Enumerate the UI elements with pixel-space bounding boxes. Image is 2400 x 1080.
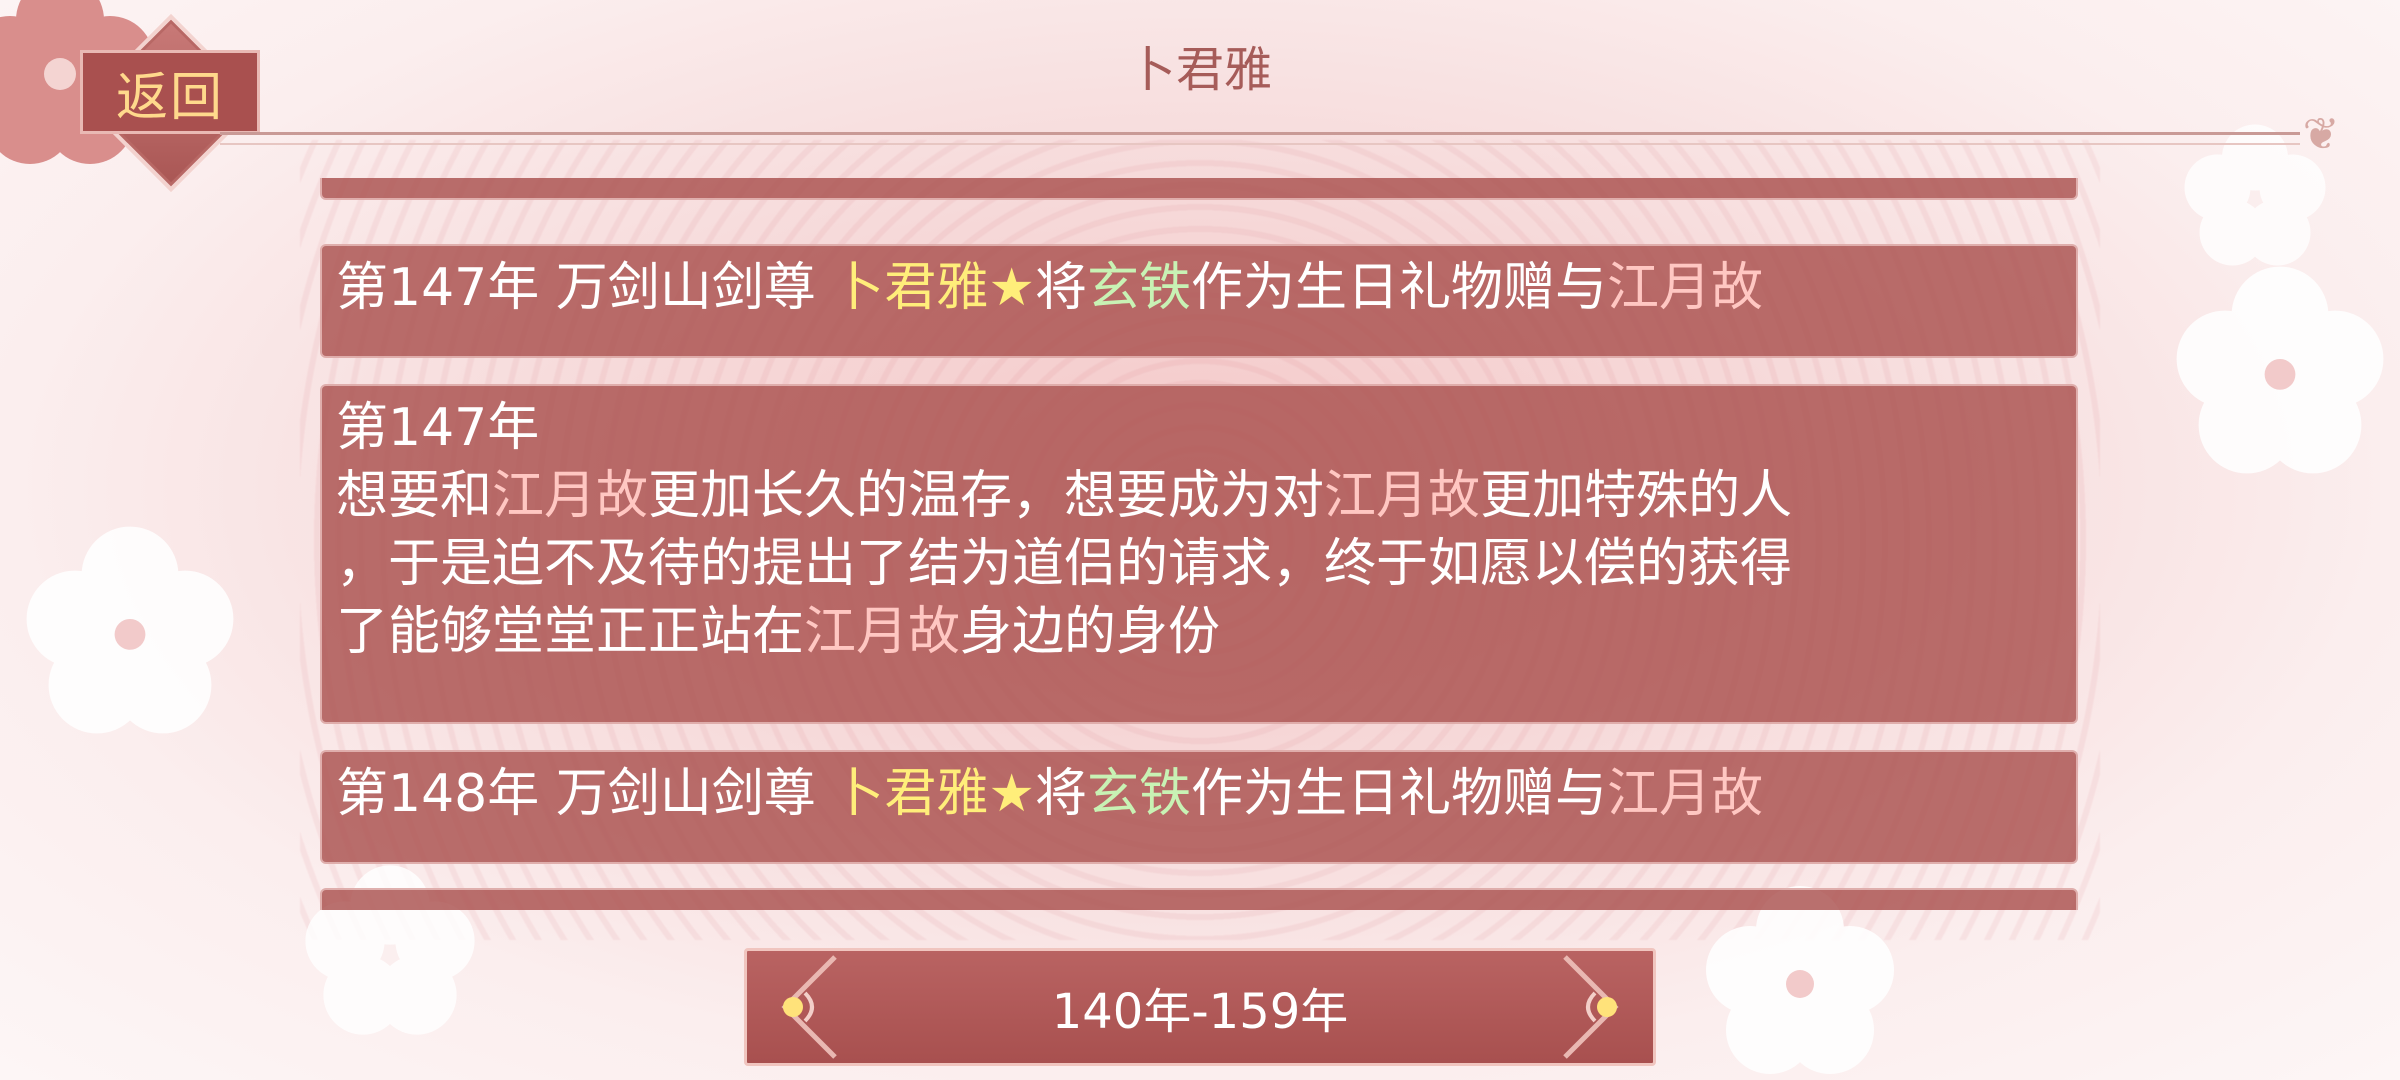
- entry-text-segment: 作为生日礼物赠与: [1190, 764, 1607, 824]
- chevron-left-ornament-icon[interactable]: [765, 953, 855, 1061]
- entry-text-segment: 作为生日礼物赠与: [1190, 258, 1607, 318]
- blossom-decoration-right: [2170, 260, 2390, 480]
- highlighted-person: 江月故: [1324, 466, 1481, 526]
- entry-line: ，于是迫不及待的提出了结为道侣的请求，终于如愿以偿的获得: [336, 530, 2062, 598]
- entry-line: 第147年: [336, 394, 2062, 462]
- list-item: 第147年 万剑山剑尊 卜君雅★将玄铁作为生日礼物赠与江月故: [320, 244, 2078, 358]
- entry-text-segment: 想要和: [336, 466, 493, 526]
- entry-text-segment: 更加长久的温存，想要成为对: [648, 466, 1325, 526]
- highlighted-name: 卜君雅★: [832, 258, 1035, 318]
- entry-text-segment: 第147年: [336, 398, 540, 458]
- highlighted-person: 江月故: [1606, 764, 1763, 824]
- highlighted-person: 江月故: [804, 602, 961, 662]
- entry-text: 第147年 想要和江月故更加长久的温存，想要成为对江月故更加特殊的人 ，于是迫不及待…: [336, 394, 2062, 666]
- entry-text-segment: 身边的身份: [960, 602, 1221, 662]
- entry-text-segment: 将: [1034, 258, 1087, 318]
- entry-text: 第148年 万剑山剑尊 卜君雅★将玄铁作为生日礼物赠与江月故: [336, 764, 1763, 824]
- page-title: 卜君雅: [1127, 42, 1272, 98]
- list-item: 第147年 想要和江月故更加长久的温存，想要成为对江月故更加特殊的人 ，于是迫不及待…: [320, 384, 2078, 724]
- entry-text-segment: ，于是迫不及待的提出了结为道侣的请求，终于如愿以偿的获得: [336, 534, 1793, 594]
- entry-line: 想要和江月故更加长久的温存，想要成为对江月故更加特殊的人: [336, 462, 2062, 530]
- event-log-list[interactable]: 第147年 万剑山剑尊 卜君雅★将玄铁作为生日礼物赠与江月故 第147年 想要和江…: [320, 178, 2080, 910]
- list-item-clipped-top: [320, 178, 2078, 200]
- entry-text-segment: 将: [1034, 764, 1087, 824]
- list-item-clipped-bottom: [320, 888, 2078, 910]
- entry-text-segment: 更加特殊的人: [1480, 466, 1793, 526]
- chevron-right-ornament-icon[interactable]: [1545, 953, 1635, 1061]
- back-button-label[interactable]: 返回: [80, 50, 260, 134]
- title-divider: [220, 132, 2300, 145]
- swirl-ornament-icon: ❦: [2302, 109, 2340, 160]
- year-range-label: 140年-159年: [1051, 984, 1349, 1040]
- year-range-selector: 140年-159年: [744, 948, 1656, 1066]
- highlighted-item: 玄铁: [1086, 258, 1191, 318]
- highlighted-name: 卜君雅★: [832, 764, 1035, 824]
- list-item: 第148年 万剑山剑尊 卜君雅★将玄铁作为生日礼物赠与江月故: [320, 750, 2078, 864]
- highlighted-person: 江月故: [1606, 258, 1763, 318]
- entry-text-segment: 第147年 万剑山剑尊: [336, 258, 833, 318]
- blossom-decoration-left: [20, 520, 240, 740]
- highlighted-person: 江月故: [492, 466, 649, 526]
- entry-text-segment: 第148年 万剑山剑尊: [336, 764, 833, 824]
- entry-text-segment: 了能够堂堂正正站在: [336, 602, 805, 662]
- highlighted-item: 玄铁: [1086, 764, 1191, 824]
- blossom-decoration-bottom-right: [1700, 880, 1900, 1080]
- entry-text: 第147年 万剑山剑尊 卜君雅★将玄铁作为生日礼物赠与江月故: [336, 258, 1763, 318]
- entry-line: 了能够堂堂正正站在江月故身边的身份: [336, 598, 2062, 666]
